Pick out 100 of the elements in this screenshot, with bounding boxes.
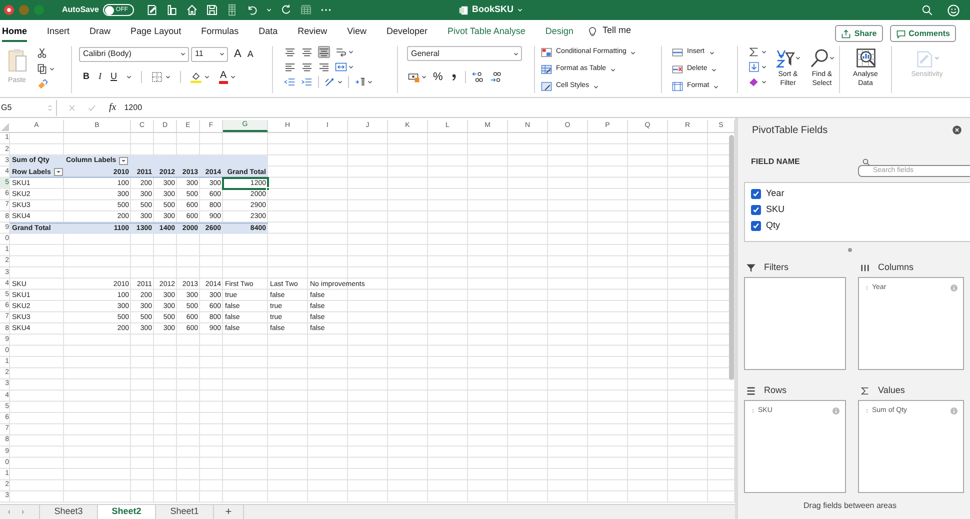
align-bottom-icon[interactable] xyxy=(318,46,330,58)
table-icon[interactable] xyxy=(300,4,312,16)
merge-cells-icon[interactable] xyxy=(335,61,347,73)
close-window-button[interactable] xyxy=(4,5,14,15)
caret-icon[interactable] xyxy=(219,51,225,58)
ribbon-tab[interactable]: Insert xyxy=(47,20,70,42)
funnel-icon[interactable] xyxy=(746,262,756,272)
delete-cells-icon[interactable] xyxy=(672,64,683,75)
caret-icon[interactable] xyxy=(421,74,427,80)
increase-decimal-icon[interactable] xyxy=(472,71,484,84)
grid-icon[interactable] xyxy=(226,4,238,16)
workbook-icon[interactable] xyxy=(458,4,469,16)
caret-icon[interactable] xyxy=(348,64,354,70)
caret-icon[interactable] xyxy=(367,79,373,85)
decrease-decimal-icon[interactable] xyxy=(490,71,502,84)
caret-icon[interactable] xyxy=(708,50,715,56)
edit-document-icon[interactable] xyxy=(146,4,158,16)
caret-icon[interactable] xyxy=(761,49,767,55)
caret-icon[interactable] xyxy=(593,84,600,90)
caret-icon[interactable] xyxy=(795,55,801,61)
caret-icon[interactable] xyxy=(49,66,55,72)
conditional-formatting-icon[interactable] xyxy=(541,47,552,58)
splitter-handle[interactable] xyxy=(848,248,852,252)
align-right-icon[interactable] xyxy=(318,61,330,73)
caret-icon[interactable] xyxy=(165,74,171,80)
lightbulb-icon[interactable] xyxy=(587,26,598,36)
fill-color-icon[interactable] xyxy=(190,70,202,82)
text-orientation-icon[interactable] xyxy=(324,76,336,88)
caret-icon[interactable] xyxy=(761,79,767,85)
field-checkbox[interactable] xyxy=(751,221,761,231)
ribbon-tab[interactable]: Data xyxy=(258,20,278,42)
ribbon-tab[interactable]: Formulas xyxy=(201,20,239,42)
field-checkbox[interactable] xyxy=(751,189,761,199)
insert-function-button[interactable]: fx xyxy=(109,100,116,115)
columns-icon[interactable] xyxy=(860,262,870,272)
redo-icon[interactable] xyxy=(280,4,292,16)
bold-button[interactable]: B xyxy=(83,70,90,84)
number-format-dropdown[interactable]: General xyxy=(407,46,522,61)
format-cells-icon[interactable] xyxy=(672,81,683,92)
search-icon[interactable] xyxy=(862,158,870,166)
caret-icon[interactable] xyxy=(761,64,767,70)
format-as-table-icon[interactable] xyxy=(541,64,552,75)
field-checkbox[interactable] xyxy=(751,205,761,215)
caret-icon[interactable] xyxy=(230,74,236,80)
align-left-icon[interactable] xyxy=(284,61,296,73)
borders-icon[interactable] xyxy=(151,70,163,82)
sort-filter-icon[interactable] xyxy=(775,48,795,68)
rows-icon[interactable] xyxy=(746,386,756,396)
caret-icon[interactable] xyxy=(630,50,636,56)
scrollbar-thumb[interactable] xyxy=(729,135,734,380)
decrease-font-size-button[interactable]: A xyxy=(247,48,254,61)
font-color-button[interactable]: A xyxy=(219,70,228,84)
cell-styles-icon[interactable] xyxy=(541,81,552,92)
ribbon-tab[interactable]: Pivot Table Analyse xyxy=(448,20,526,42)
caret-icon[interactable] xyxy=(829,55,835,61)
tell-me-search[interactable]: Tell me xyxy=(602,24,631,38)
eraser-icon[interactable] xyxy=(748,76,760,88)
wrap-text-icon[interactable] xyxy=(335,46,347,58)
ribbon-tab[interactable]: Draw xyxy=(90,20,111,42)
caret-icon[interactable] xyxy=(204,74,210,80)
undo-icon[interactable] xyxy=(246,4,258,16)
comments-button[interactable]: Comments xyxy=(890,25,956,42)
sigma-icon[interactable] xyxy=(860,386,870,396)
text-direction-icon[interactable] xyxy=(354,76,366,88)
add-sheet-button[interactable]: + xyxy=(214,505,244,519)
italic-button[interactable]: I xyxy=(98,70,102,84)
caret-icon[interactable] xyxy=(337,79,343,85)
ribbon-tab[interactable]: View xyxy=(347,20,366,42)
insert-cells-icon[interactable] xyxy=(672,47,683,58)
close-icon[interactable] xyxy=(952,125,962,135)
align-middle-icon[interactable] xyxy=(301,46,313,58)
scissors-icon[interactable] xyxy=(36,47,48,59)
caret-icon[interactable] xyxy=(513,50,519,56)
caret-icon[interactable] xyxy=(180,51,186,58)
filter-dropdown-button[interactable] xyxy=(54,168,63,176)
caret-icon[interactable] xyxy=(711,66,718,72)
name-box[interactable]: G5 xyxy=(1,102,46,114)
sheet-tab[interactable]: Sheet1 xyxy=(156,505,214,519)
ribbon-tab[interactable]: Developer xyxy=(386,20,428,42)
ribbon-tab[interactable]: Design xyxy=(545,20,574,42)
fill-down-icon[interactable] xyxy=(748,61,760,73)
filter-dropdown-button[interactable] xyxy=(119,156,128,165)
home-icon[interactable] xyxy=(186,4,198,16)
enter-check-icon[interactable] xyxy=(87,102,97,112)
align-center-icon[interactable] xyxy=(301,61,313,73)
caret-icon[interactable] xyxy=(713,84,720,90)
formula-input[interactable]: 1200 xyxy=(124,102,142,114)
align-top-icon[interactable] xyxy=(284,46,296,58)
format-painter-icon[interactable] xyxy=(36,79,48,91)
caret-icon[interactable] xyxy=(126,74,132,80)
autosum-icon[interactable] xyxy=(748,46,760,58)
font-size-dropdown[interactable]: 11 xyxy=(191,46,228,62)
underline-button[interactable]: U xyxy=(110,70,117,84)
analyse-data-icon[interactable] xyxy=(856,48,876,68)
percent-button[interactable]: % xyxy=(433,69,443,86)
font-name-dropdown[interactable]: Calibri (Body) xyxy=(79,46,189,62)
increase-font-size-button[interactable]: A xyxy=(234,46,242,62)
sheet-tab[interactable]: Sheet2 xyxy=(98,505,156,519)
caret-icon[interactable] xyxy=(610,66,616,72)
magnifier-icon[interactable] xyxy=(809,48,829,68)
